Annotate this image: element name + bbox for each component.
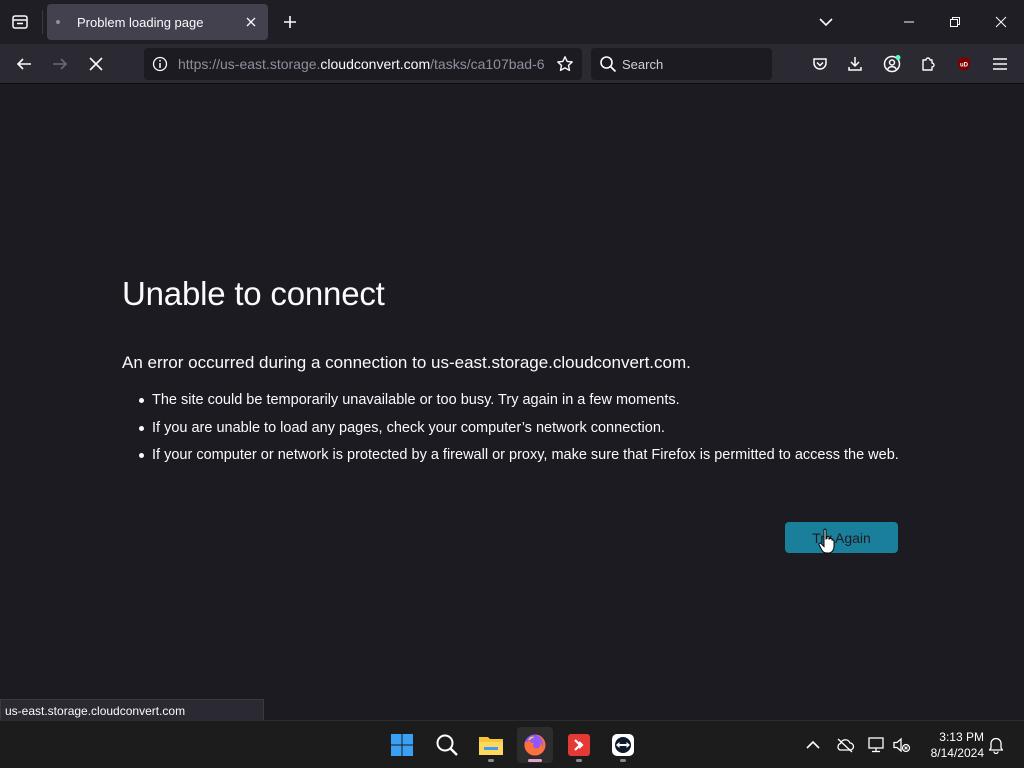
close-window-button[interactable] <box>987 8 1015 36</box>
stop-icon <box>89 57 103 71</box>
pocket-button[interactable] <box>806 50 834 78</box>
error-suggestions-list: The site could be temporarily unavailabl… <box>139 390 902 473</box>
teamviewer-icon <box>612 734 634 756</box>
remote-desktop-icon <box>568 734 590 756</box>
plus-icon <box>284 16 296 28</box>
firefox-icon <box>524 734 546 756</box>
error-title: Unable to connect <box>122 275 385 312</box>
running-indicator <box>488 759 494 762</box>
error-description: An error occurred during a connection to… <box>122 353 691 372</box>
account-icon <box>883 55 901 73</box>
download-icon <box>848 57 862 71</box>
tab-loading-icon <box>56 20 60 24</box>
star-icon <box>557 56 573 72</box>
error-page: Unable to connect An error occurred duri… <box>0 85 1024 720</box>
folder-icon <box>479 737 503 755</box>
teamviewer-taskbar-button[interactable] <box>605 727 641 763</box>
extensions-button[interactable] <box>914 50 942 78</box>
tab-problem-loading[interactable]: Problem loading page <box>47 4 268 40</box>
bookmark-star-button[interactable] <box>554 53 576 75</box>
tab-bar: Problem loading page <box>0 0 1024 44</box>
taskbar-clock[interactable]: 3:13 PM 8/14/2024 <box>920 729 984 761</box>
restore-button[interactable] <box>941 8 969 36</box>
hamburger-menu-icon <box>993 58 1007 70</box>
tab-list-dropdown-button[interactable] <box>812 8 840 36</box>
list-item: If you are unable to load any pages, che… <box>139 418 902 438</box>
downloads-button[interactable] <box>841 50 869 78</box>
file-explorer-button[interactable] <box>473 727 509 763</box>
list-all-tabs-button[interactable] <box>6 8 34 36</box>
network-tray-button[interactable] <box>867 735 887 755</box>
close-icon <box>246 17 256 27</box>
volume-tray-button[interactable] <box>892 735 912 755</box>
windows-taskbar: 3:13 PM 8/14/2024 <box>0 720 1024 768</box>
network-icon <box>868 737 884 753</box>
ublock-origin-button[interactable]: uD <box>950 50 978 78</box>
running-indicator <box>576 759 582 762</box>
arrow-right-icon <box>53 58 68 70</box>
svg-text:uD: uD <box>960 63 969 69</box>
cloud-offline-icon <box>837 738 855 753</box>
pocket-icon <box>813 58 827 70</box>
tab-title: Problem loading page <box>77 15 204 30</box>
close-icon <box>995 16 1007 28</box>
chevron-up-icon <box>806 740 820 749</box>
search-bar[interactable]: Search <box>591 48 772 80</box>
puzzle-icon <box>922 57 935 71</box>
firefox-view-icon <box>12 15 28 29</box>
chevron-down-icon <box>819 18 833 27</box>
restore-icon <box>950 17 960 27</box>
taskbar-search-button[interactable] <box>429 727 465 763</box>
navigation-toolbar: https://us-east.storage.cloudconvert.com… <box>0 44 1024 84</box>
minimize-button[interactable] <box>895 8 923 36</box>
url-bar[interactable]: https://us-east.storage.cloudconvert.com… <box>144 48 582 80</box>
volume-muted-icon <box>893 737 911 753</box>
search-icon <box>436 734 458 756</box>
windows-logo-icon <box>391 734 413 756</box>
app-menu-button[interactable] <box>986 50 1014 78</box>
back-button[interactable] <box>10 50 38 78</box>
anydesk-taskbar-button[interactable] <box>561 727 597 763</box>
new-tab-button[interactable] <box>278 10 302 34</box>
tab-close-button[interactable] <box>242 13 260 31</box>
link-status-bar: us-east.storage.cloudconvert.com <box>0 699 264 721</box>
running-indicator <box>620 759 626 762</box>
list-item: The site could be temporarily unavailabl… <box>139 390 902 410</box>
onedrive-tray-button[interactable] <box>835 735 855 755</box>
bell-icon <box>988 737 1004 754</box>
ublock-icon: uD <box>958 57 970 71</box>
active-indicator <box>528 759 542 762</box>
minimize-icon <box>904 21 914 23</box>
notifications-button[interactable] <box>986 735 1006 755</box>
url-host: cloudconvert.com <box>320 56 431 72</box>
list-item: If your computer or network is protected… <box>139 445 902 465</box>
tab-separator <box>42 10 43 34</box>
clock-time: 3:13 PM <box>939 730 984 744</box>
search-placeholder: Search <box>622 57 664 72</box>
start-button[interactable] <box>384 727 420 763</box>
show-hidden-icons-button[interactable] <box>803 735 823 755</box>
firefox-taskbar-button[interactable] <box>517 727 553 763</box>
clock-date: 8/14/2024 <box>930 746 984 760</box>
account-button[interactable] <box>878 50 906 78</box>
search-icon <box>600 56 617 73</box>
url-prefix: https://us-east.storage. <box>178 56 321 72</box>
hand-cursor-icon <box>818 528 835 554</box>
try-again-button[interactable]: Try Again <box>785 522 898 553</box>
url-text[interactable]: https://us-east.storage.cloudconvert.com… <box>178 56 548 72</box>
url-path: /tasks/ca107bad-6 <box>430 56 545 72</box>
stop-loading-button[interactable] <box>82 50 110 78</box>
site-info-icon[interactable] <box>150 54 170 74</box>
arrow-left-icon <box>16 58 31 70</box>
forward-button[interactable] <box>46 50 74 78</box>
